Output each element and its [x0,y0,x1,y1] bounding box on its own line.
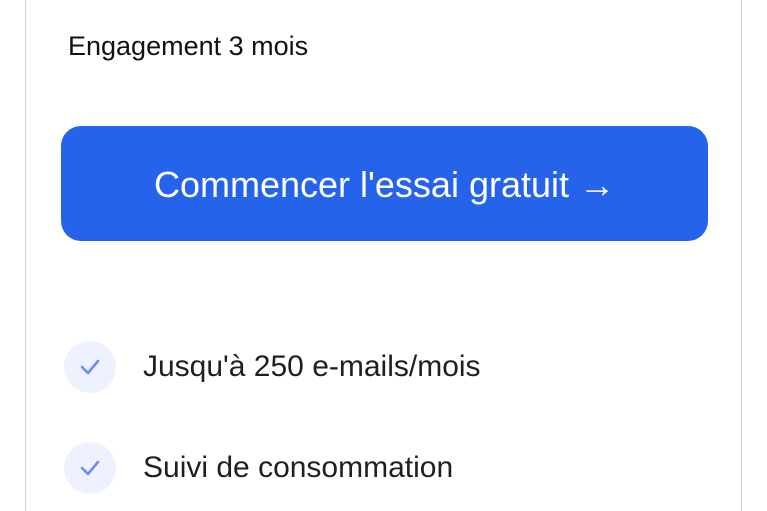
pricing-page: Engagement 3 mois Commencer l'essai grat… [0,0,767,511]
check-icon [64,442,116,494]
start-free-trial-button[interactable]: Commencer l'essai gratuit → [61,126,708,241]
feature-item: Suivi de consommation [64,442,453,494]
check-icon [64,341,116,393]
commitment-text: Engagement 3 mois [68,31,309,61]
feature-label: Suivi de consommation [143,451,454,484]
feature-label: Jusqu'à 250 e-mails/mois [143,350,481,383]
feature-item: Jusqu'à 250 e-mails/mois [64,341,481,393]
pricing-card: Engagement 3 mois Commencer l'essai grat… [25,0,742,511]
